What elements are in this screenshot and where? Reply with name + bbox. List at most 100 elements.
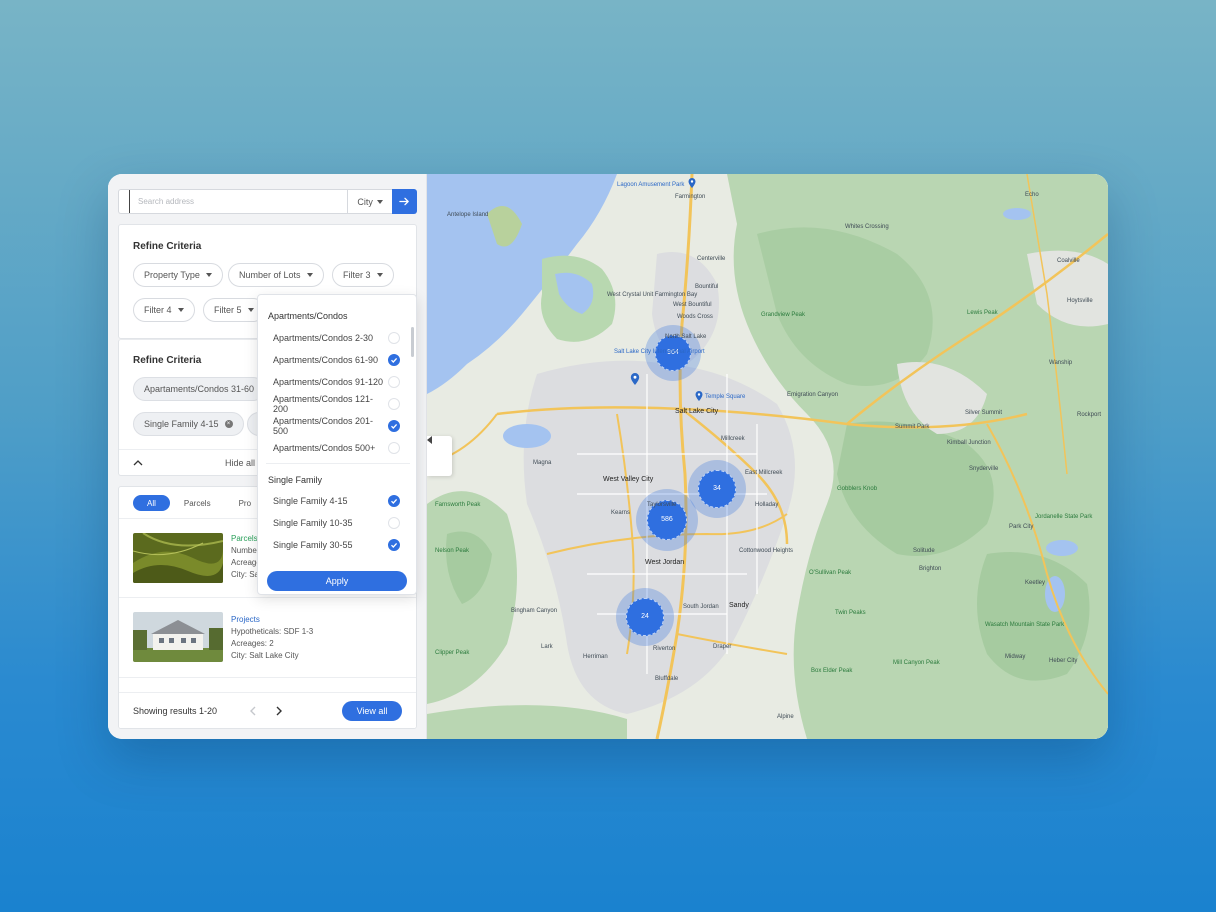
- chevron-down-icon: [376, 273, 383, 277]
- map-label: Hoytsville: [1067, 298, 1093, 304]
- dropdown-option[interactable]: Apartments/Condos 61-90: [258, 349, 408, 371]
- city-select-label: City: [357, 196, 373, 207]
- chevron-left-icon[interactable]: [249, 706, 257, 716]
- map-label: North Salt Lake: [665, 334, 707, 340]
- apply-button[interactable]: Apply: [267, 571, 407, 591]
- dropdown-option[interactable]: Apartments/Condos 500+: [258, 437, 408, 459]
- cluster-count: 24: [626, 598, 664, 636]
- map-label: Jordanelle State Park: [1035, 514, 1093, 520]
- filter-property-type[interactable]: Property Type: [133, 263, 223, 287]
- number-of-lots-dropdown: Apartments/Condos Apartments/Condos 2-30…: [257, 294, 417, 595]
- option-label: Apartments/Condos 2-30: [273, 333, 374, 343]
- checkbox[interactable]: [388, 442, 400, 454]
- map-label: West Valley City: [603, 476, 654, 483]
- filter-label: Filter 5: [214, 305, 242, 315]
- map-label: Emigration Canyon: [787, 392, 839, 398]
- dropdown-option[interactable]: Apartments/Condos 2-30: [258, 327, 408, 349]
- dropdown-scrollbar[interactable]: [411, 327, 414, 357]
- filter-4[interactable]: Filter 4: [133, 298, 195, 322]
- result-line: City: Salt Lake City: [231, 651, 299, 660]
- result-item[interactable]: Projects Hypotheticals: SDF 1-3 Acreages…: [119, 597, 416, 677]
- selected-tag[interactable]: Apartaments/Condos 31-60: [133, 377, 266, 401]
- dropdown-option[interactable]: Apartments/Condos 91-120: [258, 371, 408, 393]
- dropdown-option[interactable]: Single Family 30-55: [258, 534, 408, 556]
- view-all-button[interactable]: View all: [342, 701, 402, 721]
- dropdown-group-label: Single Family: [268, 475, 323, 485]
- results-tabs: All Parcels Pro: [133, 495, 265, 511]
- map-label: South Jordan: [683, 604, 719, 610]
- chevron-up-icon: [133, 460, 143, 466]
- chevron-right-icon[interactable]: [275, 706, 283, 716]
- chevron-down-icon: [306, 273, 313, 277]
- map-label: Mill Canyon Peak: [893, 660, 940, 666]
- chevron-down-icon: [205, 273, 212, 277]
- checkbox-checked[interactable]: [388, 420, 400, 432]
- map-label: Clipper Peak: [435, 650, 470, 656]
- dropdown-option[interactable]: Single Family 4-15: [258, 490, 408, 512]
- dropdown-option[interactable]: Single Family 10-35: [258, 512, 408, 534]
- map-label: Kearns: [611, 510, 631, 516]
- map-label: Brighton: [919, 566, 942, 572]
- map-label: Salt Lake City: [675, 408, 719, 415]
- checkbox-checked[interactable]: [388, 354, 400, 366]
- map-label: Heber City: [1049, 658, 1078, 664]
- map-label: Coalville: [1057, 258, 1080, 264]
- check-icon: [391, 542, 398, 548]
- filter-label: Filter 4: [144, 305, 172, 315]
- location-pin-icon[interactable]: [688, 178, 696, 188]
- map-label: West Crystal Unit Farmington Bay: [607, 292, 698, 298]
- remove-icon[interactable]: ×: [224, 420, 233, 428]
- checkbox-checked[interactable]: [388, 495, 400, 507]
- tag-label: Single Family 4-15: [144, 419, 219, 429]
- map-cluster[interactable]: 24: [616, 588, 674, 646]
- tab-all[interactable]: All: [133, 495, 170, 511]
- filter-label: Property Type: [144, 270, 200, 280]
- map-view[interactable]: 964 34 586 24 Lagoon Amusement Park Farm…: [427, 174, 1108, 739]
- arrow-right-icon: [399, 197, 409, 206]
- map-label: O'Sullivan Peak: [809, 570, 852, 576]
- search-input[interactable]: [129, 190, 347, 213]
- result-category: Parcels: [231, 534, 258, 543]
- checkbox[interactable]: [388, 376, 400, 388]
- map-cluster[interactable]: 586: [636, 489, 698, 551]
- map-label: Sandy: [729, 602, 749, 609]
- map-label: Bountiful: [695, 284, 719, 290]
- map-label: Bluffdale: [655, 676, 679, 682]
- checkbox[interactable]: [388, 332, 400, 344]
- map-label: Wanship: [1049, 360, 1073, 366]
- dropdown-option[interactable]: Apartments/Condos 201-500: [258, 415, 408, 437]
- map-label: Lark: [541, 644, 553, 650]
- map-label: Farmington: [675, 194, 706, 200]
- map-cluster[interactable]: 34: [688, 460, 746, 518]
- map-label: Silver Summit: [965, 410, 1003, 416]
- filter-3[interactable]: Filter 3: [332, 263, 394, 287]
- map-label: Antelope Island: [447, 212, 489, 218]
- collapse-sidebar-button[interactable]: [427, 436, 452, 476]
- location-pin-icon[interactable]: [695, 391, 703, 401]
- map-label: Keetley: [1025, 580, 1046, 586]
- result-line: Acreages: 2: [231, 639, 274, 648]
- selected-tag[interactable]: Single Family 4-15 ×: [133, 412, 244, 436]
- search-submit-button[interactable]: [392, 189, 417, 214]
- location-pin-icon[interactable]: [630, 373, 640, 385]
- map-label: Magna: [533, 460, 552, 466]
- map-label: Grandview Peak: [761, 312, 806, 318]
- checkbox-checked[interactable]: [388, 539, 400, 551]
- dropdown-option[interactable]: Apartments/Condos 121-200: [258, 393, 408, 415]
- chevron-down-icon: [177, 308, 184, 312]
- city-select[interactable]: City: [347, 189, 393, 214]
- map-label: Herriman: [583, 654, 608, 660]
- sidebar: City Refine Criteria Property Type Numbe…: [108, 174, 427, 739]
- map-label: West Bountiful: [673, 302, 712, 308]
- filter-5[interactable]: Filter 5: [203, 298, 265, 322]
- filter-number-of-lots[interactable]: Number of Lots: [228, 263, 324, 287]
- search-bar: City: [118, 189, 417, 214]
- result-category: Projects: [231, 615, 260, 624]
- checkbox[interactable]: [388, 517, 400, 529]
- filter-label: Filter 3: [343, 270, 371, 280]
- result-line: Hypotheticals: SDF 1-3: [231, 627, 314, 636]
- option-label: Apartments/Condos 121-200: [273, 394, 374, 414]
- checkbox[interactable]: [388, 398, 400, 410]
- tab-parcels[interactable]: Parcels: [170, 495, 225, 511]
- map-label: Whites Crossing: [845, 224, 889, 230]
